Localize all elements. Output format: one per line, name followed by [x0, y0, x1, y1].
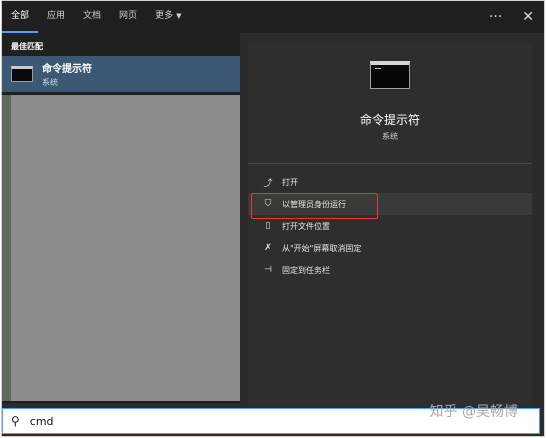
menu-item-label: 打开文件位置: [282, 221, 330, 231]
result-subtitle: 系统: [42, 78, 58, 87]
app-detail-header: 命令提示符 系统: [248, 43, 532, 164]
result-name: 命令提示符: [42, 64, 92, 75]
redacted-area: [11, 95, 240, 401]
unpin-icon: ✗: [264, 243, 272, 253]
best-match-heading: 最佳匹配: [11, 42, 43, 51]
results-pane: 最佳匹配 命令提示符 系统: [2, 33, 240, 403]
menu-item-label: 打开: [282, 177, 298, 187]
filter-tabs-bar: 全部 应用 文档 网页 更多 ▼ ··· ✕: [2, 1, 544, 33]
tab-documents[interactable]: 文档: [74, 1, 110, 33]
menu-item-label: 固定到任务栏: [282, 265, 330, 275]
tab-all[interactable]: 全部: [2, 1, 39, 33]
pin-taskbar-icon: ⊣: [264, 265, 272, 275]
tab-label: 应用: [47, 11, 66, 21]
chevron-down-icon: ▼: [176, 12, 182, 20]
more-options-icon[interactable]: ···: [489, 9, 502, 25]
tab-label: 网页: [119, 11, 138, 21]
tab-label: 更多: [155, 11, 174, 21]
top-actions: ··· ✕: [489, 1, 534, 33]
menu-item-open[interactable]: ⤴ 打开: [248, 171, 532, 193]
redacted-edge: [2, 95, 11, 401]
tab-label: 文档: [83, 11, 102, 21]
tab-more[interactable]: 更多 ▼: [146, 1, 190, 33]
tab-label: 全部: [11, 11, 30, 21]
app-title: 命令提示符: [359, 113, 420, 127]
result-text: 命令提示符 系统: [42, 60, 92, 88]
search-icon: ⚲: [11, 414, 20, 428]
menu-item-unpin-start[interactable]: ✗ 从"开始"屏幕取消固定: [248, 237, 532, 259]
file-location-icon: ▯: [265, 221, 271, 231]
annotation-highlight-box: [251, 193, 378, 219]
tab-apps[interactable]: 应用: [38, 1, 74, 33]
search-input[interactable]: [27, 413, 332, 429]
tab-web[interactable]: 网页: [110, 1, 146, 33]
terminal-icon: [11, 66, 33, 82]
app-subtitle: 系统: [382, 132, 398, 141]
search-bar[interactable]: ⚲: [2, 408, 540, 434]
result-command-prompt[interactable]: 命令提示符 系统: [2, 56, 240, 92]
close-icon[interactable]: ✕: [522, 9, 534, 25]
app-detail-pane: 命令提示符 系统 ⤴ 打开 ⛉ 以管理员身份运行 ▯ 打开文件位置 ✗ 从"开始…: [248, 43, 532, 407]
menu-item-pin-taskbar[interactable]: ⊣ 固定到任务栏: [248, 259, 532, 281]
action-menu: ⤴ 打开 ⛉ 以管理员身份运行 ▯ 打开文件位置 ✗ 从"开始"屏幕取消固定 ⊣…: [248, 171, 532, 281]
open-icon: ⤴: [263, 178, 273, 189]
terminal-icon: [370, 61, 410, 89]
menu-item-label: 从"开始"屏幕取消固定: [282, 243, 362, 253]
